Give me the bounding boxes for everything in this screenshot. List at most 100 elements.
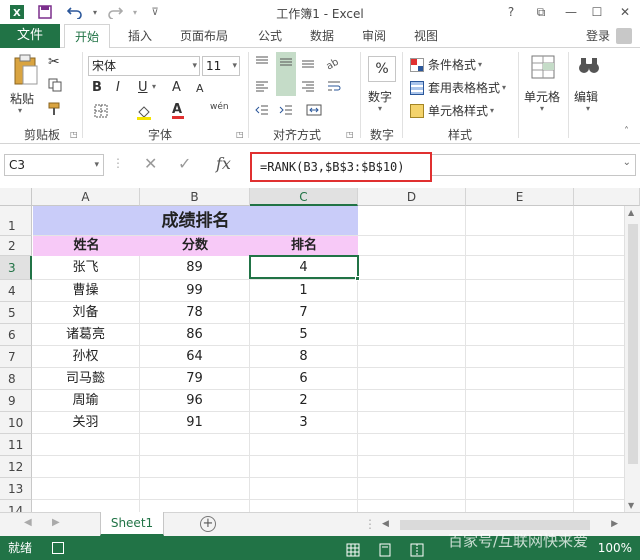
increase-indent-icon[interactable] <box>278 102 294 121</box>
empty-cell[interactable] <box>466 280 574 302</box>
row-header-7[interactable]: 7 <box>0 346 32 368</box>
score-cell[interactable]: 64 <box>140 346 250 368</box>
tab-data[interactable]: 数据 <box>302 24 342 48</box>
help-button[interactable]: ? <box>500 2 522 22</box>
clipboard-launcher-icon[interactable]: ◳ <box>70 130 78 139</box>
tab-file[interactable]: 文件 <box>0 24 60 48</box>
score-cell[interactable]: 79 <box>140 368 250 390</box>
column-header-c[interactable]: C <box>250 188 358 206</box>
score-cell[interactable]: 96 <box>140 390 250 412</box>
empty-cell[interactable] <box>140 478 250 500</box>
empty-cell[interactable] <box>358 324 466 346</box>
row-header-2[interactable]: 2 <box>0 236 32 256</box>
empty-cell[interactable] <box>466 434 574 456</box>
login-link[interactable]: 登录 <box>586 24 610 48</box>
rank-cell[interactable]: 7 <box>250 302 358 324</box>
ribbon-display-button[interactable]: ⧉ <box>530 2 552 22</box>
fill-handle[interactable] <box>355 276 360 281</box>
align-bottom-icon[interactable] <box>300 54 316 73</box>
score-cell[interactable]: 99 <box>140 280 250 302</box>
borders-icon[interactable] <box>94 104 108 121</box>
decrease-indent-icon[interactable] <box>254 102 270 121</box>
add-sheet-button[interactable]: + <box>200 516 216 532</box>
row-header-8[interactable]: 8 <box>0 368 32 390</box>
empty-cell[interactable] <box>140 456 250 478</box>
empty-cell[interactable] <box>250 500 358 512</box>
empty-cell[interactable] <box>466 456 574 478</box>
empty-cell[interactable] <box>466 478 574 500</box>
rank-cell[interactable]: 1 <box>250 280 358 302</box>
copy-icon[interactable] <box>48 78 62 95</box>
empty-cell[interactable] <box>358 368 466 390</box>
scroll-up-icon[interactable]: ▲ <box>628 208 634 217</box>
tab-formulas[interactable]: 公式 <box>250 24 290 48</box>
zoom-level[interactable]: 100% <box>598 536 632 560</box>
empty-cell[interactable] <box>358 434 466 456</box>
formula-input[interactable]: =RANK(B3,$B$3:$B$10) <box>250 152 432 182</box>
vertical-scroll-thumb[interactable] <box>628 224 638 464</box>
empty-cell[interactable] <box>358 500 466 512</box>
collapse-ribbon-icon[interactable]: ˄ <box>624 126 629 137</box>
empty-cell[interactable] <box>32 456 140 478</box>
name-cell[interactable]: 刘备 <box>32 302 140 324</box>
column-header-f[interactable] <box>574 188 640 206</box>
tab-home[interactable]: 开始 <box>64 24 110 49</box>
rank-cell[interactable]: 2 <box>250 390 358 412</box>
account-icon[interactable] <box>616 28 632 44</box>
fill-color-icon[interactable] <box>136 104 152 123</box>
empty-cell[interactable] <box>250 434 358 456</box>
cell-styles-button[interactable]: 单元格样式 ▾ <box>410 102 494 119</box>
empty-cell[interactable] <box>466 500 574 512</box>
enter-formula-button[interactable]: ✓ <box>178 154 191 173</box>
tab-review[interactable]: 审阅 <box>354 24 394 48</box>
cut-icon[interactable]: ✂ <box>48 54 60 70</box>
empty-cell[interactable] <box>358 280 466 302</box>
row-header-1[interactable]: 1 <box>0 206 32 236</box>
empty-cell[interactable] <box>466 302 574 324</box>
empty-cell[interactable] <box>358 478 466 500</box>
empty-cell[interactable] <box>466 236 574 256</box>
score-cell[interactable]: 78 <box>140 302 250 324</box>
maximize-button[interactable]: ☐ <box>586 2 608 22</box>
empty-cell[interactable] <box>358 302 466 324</box>
empty-cell[interactable] <box>466 206 574 236</box>
name-cell[interactable]: 孙权 <box>32 346 140 368</box>
find-icon[interactable] <box>576 54 602 83</box>
empty-cell[interactable] <box>358 236 466 256</box>
number-format-button[interactable]: 数字 <box>368 88 392 105</box>
scroll-down-icon[interactable]: ▼ <box>628 501 634 510</box>
rank-cell[interactable]: 8 <box>250 346 358 368</box>
worksheet-grid[interactable]: A B C D E 123456789101112131415 成绩排名 姓名 … <box>0 188 640 512</box>
macro-record-icon[interactable] <box>52 542 64 554</box>
page-break-view-icon[interactable] <box>410 541 424 560</box>
empty-cell[interactable] <box>358 456 466 478</box>
merge-center-icon[interactable] <box>306 102 322 121</box>
horizontal-scroll-thumb[interactable] <box>400 520 590 530</box>
font-name-select[interactable]: 宋体 ▾ <box>88 56 200 76</box>
empty-cell[interactable] <box>358 256 466 280</box>
column-header-d[interactable]: D <box>358 188 466 206</box>
italic-button[interactable]: I <box>116 80 120 95</box>
name-box[interactable]: C3 ▾ <box>4 154 104 176</box>
empty-cell[interactable] <box>466 412 574 434</box>
close-button[interactable]: ✕ <box>614 2 636 22</box>
orientation-icon[interactable]: ab <box>324 54 340 73</box>
alignment-launcher-icon[interactable]: ◳ <box>346 130 354 139</box>
rank-cell[interactable]: 3 <box>250 412 358 434</box>
align-right-icon[interactable] <box>300 78 316 97</box>
empty-cell[interactable] <box>466 390 574 412</box>
paste-button[interactable]: 粘贴 <box>10 90 34 107</box>
header-name-cell[interactable]: 姓名 <box>33 236 140 256</box>
row-header-13[interactable]: 13 <box>0 478 32 500</box>
row-header-10[interactable]: 10 <box>0 412 32 434</box>
expand-formula-bar-icon[interactable]: ⌄ <box>623 157 631 168</box>
vertical-scrollbar[interactable]: ▲ ▼ <box>624 206 640 512</box>
font-color-icon[interactable]: A <box>172 102 184 119</box>
empty-cell[interactable] <box>358 346 466 368</box>
tab-split-grip-icon[interactable]: ⋮ <box>364 517 376 531</box>
percent-icon[interactable]: % <box>368 56 396 82</box>
empty-cell[interactable] <box>140 500 250 512</box>
format-as-table-button[interactable]: 套用表格格式 ▾ <box>410 79 506 96</box>
row-header-9[interactable]: 9 <box>0 390 32 412</box>
tab-insert[interactable]: 插入 <box>120 24 160 48</box>
